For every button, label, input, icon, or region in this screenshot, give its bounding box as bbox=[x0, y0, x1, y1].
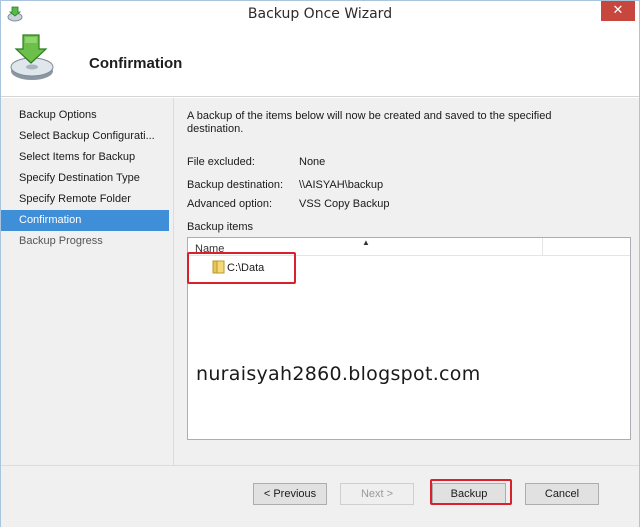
step-backup-progress: Backup Progress bbox=[19, 235, 103, 247]
step-list: Backup Options Select Backup Configurati… bbox=[1, 105, 169, 252]
column-name-header[interactable]: Name bbox=[195, 243, 224, 255]
list-item[interactable]: C:\Data bbox=[212, 260, 264, 276]
title-bar: Backup Once Wizard ✕ bbox=[1, 1, 639, 27]
backup-button[interactable]: Backup bbox=[432, 483, 506, 505]
step-select-items[interactable]: Select Items for Backup bbox=[1, 147, 169, 168]
destination-label: Backup destination: bbox=[187, 179, 284, 191]
destination-value: \\AISYAH\backup bbox=[299, 179, 384, 191]
list-header: Name ▲ bbox=[188, 238, 630, 256]
file-excluded-value: None bbox=[299, 156, 326, 168]
advanced-option-row: Advanced option: VSS Copy Backup bbox=[187, 198, 390, 210]
cancel-button[interactable]: Cancel bbox=[525, 483, 599, 505]
folder-icon bbox=[212, 260, 225, 274]
wizard-body: Backup Options Select Backup Configurati… bbox=[1, 98, 639, 465]
wizard-footer: < Previous Next > Backup Cancel bbox=[1, 465, 639, 527]
page-title: Confirmation bbox=[89, 55, 183, 72]
advanced-option-value: VSS Copy Backup bbox=[299, 198, 390, 210]
window-title: Backup Once Wizard bbox=[247, 6, 393, 22]
step-remote-folder[interactable]: Specify Remote Folder bbox=[1, 189, 169, 210]
column-separator[interactable] bbox=[542, 238, 543, 256]
backup-items-list[interactable]: Name ▲ C:\Data bbox=[187, 237, 631, 440]
sort-up-icon: ▲ bbox=[362, 238, 370, 247]
confirmation-panel: A backup of the items below will now be … bbox=[173, 98, 639, 465]
file-excluded-row: File excluded: None bbox=[187, 156, 325, 168]
file-excluded-label: File excluded: bbox=[187, 156, 255, 168]
list-item-label: C:\Data bbox=[227, 262, 265, 274]
advanced-option-label: Advanced option: bbox=[187, 198, 273, 210]
backup-disk-icon bbox=[10, 34, 54, 80]
close-button[interactable]: ✕ bbox=[601, 1, 635, 21]
watermark-text: nuraisyah2860.blogspot.com bbox=[196, 363, 481, 385]
intro-text: A backup of the items below will now be … bbox=[187, 110, 552, 135]
step-backup-options[interactable]: Backup Options bbox=[1, 105, 169, 126]
backup-items-label: Backup items bbox=[187, 221, 254, 233]
destination-row: Backup destination: \\AISYAH\backup bbox=[187, 179, 383, 191]
step-destination-type[interactable]: Specify Destination Type bbox=[1, 168, 169, 189]
next-button: Next > bbox=[340, 483, 414, 505]
wizard-window: Backup Once Wizard ✕ Confirmation Backup… bbox=[0, 0, 640, 527]
step-select-configuration[interactable]: Select Backup Configurati... bbox=[1, 126, 169, 147]
previous-button[interactable]: < Previous bbox=[253, 483, 327, 505]
wizard-header: Confirmation bbox=[1, 27, 639, 97]
step-confirmation[interactable]: Confirmation bbox=[1, 210, 169, 231]
